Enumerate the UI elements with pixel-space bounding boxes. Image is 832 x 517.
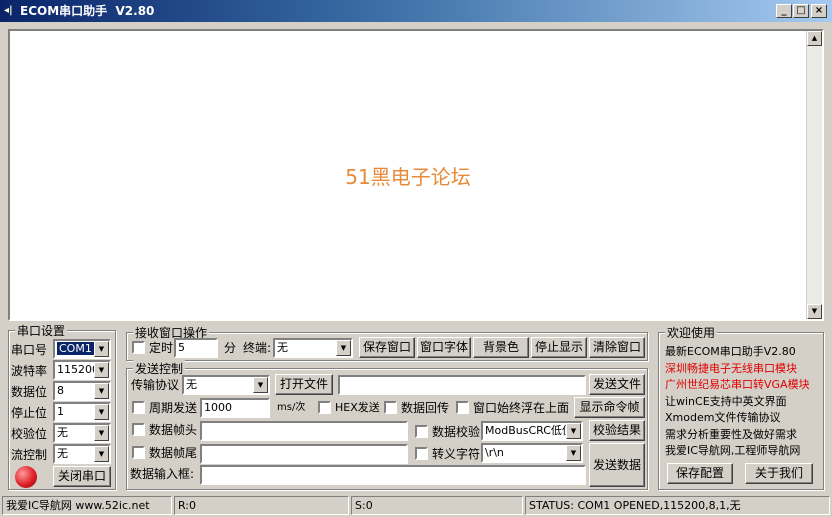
- echo-label: 数据回传: [401, 401, 450, 415]
- clear-window-button[interactable]: 清除窗口: [589, 337, 645, 358]
- show-command-frame-button[interactable]: 显示命令帧: [574, 397, 645, 418]
- scroll-up-arrow-icon[interactable]: ▲: [807, 31, 822, 46]
- about-us-button[interactable]: 关于我们: [745, 463, 813, 484]
- baud-label: 波特率: [11, 364, 48, 378]
- frame-header-checkbox[interactable]: [132, 423, 145, 436]
- welcome-link-item[interactable]: Xmodem文件传输协议: [665, 410, 821, 427]
- checksum-checkbox[interactable]: [415, 425, 428, 438]
- hex-send-checkbox[interactable]: [318, 401, 331, 414]
- parity-select[interactable]: 无 ▼: [53, 423, 111, 443]
- escape-char-select[interactable]: \r\n ▼: [481, 443, 583, 463]
- frame-tail-label: 数据帧尾: [149, 446, 198, 460]
- frame-tail-checkbox[interactable]: [132, 446, 145, 459]
- flow-control-label: 流控制: [11, 448, 48, 462]
- stop-display-button[interactable]: 停止显示: [531, 337, 587, 358]
- check-result-button[interactable]: 校验结果: [589, 420, 645, 441]
- baud-select[interactable]: 115200 ▼: [53, 360, 111, 380]
- title-bar[interactable]: ◂| ECOM串口助手 V2.80 _ □ ×: [0, 0, 832, 22]
- serial-settings-title: 串口设置: [15, 322, 68, 339]
- stop-bits-select[interactable]: 1 ▼: [53, 402, 111, 422]
- stop-bits-label: 停止位: [11, 406, 48, 420]
- serial-app-icon[interactable]: ◂|: [4, 4, 18, 18]
- timer-input[interactable]: 5: [174, 338, 218, 358]
- checksum-select[interactable]: ModBusCRC低位? ▼: [481, 421, 583, 441]
- chevron-down-icon: ▼: [94, 425, 109, 441]
- data-bits-label: 数据位: [11, 385, 48, 399]
- port-select[interactable]: COM1 ▼: [53, 339, 111, 359]
- file-path-input[interactable]: [338, 375, 586, 395]
- escape-char-label: 转义字符: [432, 447, 481, 461]
- protocol-select[interactable]: 无 ▼: [182, 375, 270, 395]
- frame-header-input[interactable]: [200, 421, 408, 441]
- checksum-label: 数据校验: [432, 425, 481, 439]
- terminal-label: 终端:: [243, 341, 272, 355]
- watermark: 51黑电子论坛: [345, 165, 471, 189]
- welcome-links: 最新ECOM串口助手V2.80 深圳畅捷电子无线串口模块 广州世纪易芯串口转VGA模…: [665, 344, 821, 460]
- frame-header-label: 数据帧头: [149, 423, 198, 437]
- background-color-button[interactable]: 背景色: [473, 337, 529, 358]
- status-rx-count: R:0: [174, 496, 349, 515]
- data-input-label: 数据输入框:: [130, 467, 195, 481]
- echo-checkbox[interactable]: [384, 401, 397, 414]
- chevron-down-icon: ▼: [94, 362, 109, 378]
- escape-char-checkbox[interactable]: [415, 447, 428, 460]
- vertical-scrollbar[interactable]: ▲ ▼: [806, 31, 822, 319]
- status-connection: STATUS: COM1 OPENED,115200,8,1,无: [525, 496, 830, 515]
- send-file-button[interactable]: 发送文件: [589, 374, 645, 395]
- minimize-button[interactable]: _: [776, 4, 792, 18]
- minute-unit-label: 分: [224, 341, 237, 355]
- timer-label: 定时: [149, 341, 174, 355]
- chevron-down-icon: ▼: [94, 446, 109, 462]
- status-site[interactable]: 我爱IC导航网 www.52ic.net: [2, 496, 172, 515]
- terminal-select[interactable]: 无 ▼: [273, 338, 353, 358]
- period-input[interactable]: 1000: [200, 398, 270, 418]
- data-input[interactable]: [200, 465, 586, 485]
- close-button[interactable]: ×: [811, 4, 827, 18]
- window-title: ECOM串口助手 V2.80: [20, 4, 155, 18]
- always-on-top-checkbox[interactable]: [456, 401, 469, 414]
- window-font-button[interactable]: 窗口字体: [417, 337, 471, 358]
- welcome-title: 欢迎使用: [665, 324, 718, 341]
- open-file-button[interactable]: 打开文件: [275, 374, 333, 395]
- status-tx-count: S:0: [351, 496, 523, 515]
- flow-control-select[interactable]: 无 ▼: [53, 444, 111, 464]
- welcome-link-item[interactable]: 深圳畅捷电子无线串口模块: [665, 361, 821, 378]
- maximize-button[interactable]: □: [793, 4, 809, 18]
- receive-window[interactable]: 51黑电子论坛 ▲ ▼: [8, 29, 824, 321]
- welcome-link-item[interactable]: 我爱IC导航网,工程师导航网: [665, 443, 821, 460]
- frame-tail-input[interactable]: [200, 444, 408, 464]
- port-status-led-icon: [15, 466, 37, 488]
- chevron-down-icon: ▼: [336, 340, 351, 356]
- welcome-link-item[interactable]: 需求分析重要性及做好需求: [665, 427, 821, 444]
- welcome-link-item[interactable]: 让winCE支持中英文界面: [665, 394, 821, 411]
- scroll-down-arrow-icon[interactable]: ▼: [807, 304, 822, 319]
- hex-send-label: HEX发送: [335, 401, 380, 414]
- chevron-down-icon: ▼: [94, 404, 109, 420]
- close-port-button[interactable]: 关闭串口: [53, 466, 111, 487]
- send-control-title: 发送控制: [133, 360, 186, 377]
- chevron-down-icon: ▼: [94, 341, 109, 357]
- timer-checkbox[interactable]: [132, 341, 145, 354]
- save-config-button[interactable]: 保存配置: [667, 463, 733, 484]
- parity-label: 校验位: [11, 427, 48, 441]
- period-send-label: 周期发送: [149, 401, 198, 415]
- period-send-checkbox[interactable]: [132, 401, 145, 414]
- send-data-button[interactable]: 发送数据: [589, 443, 645, 487]
- chevron-down-icon: ▼: [94, 383, 109, 399]
- chevron-down-icon: ▼: [253, 377, 268, 393]
- chevron-down-icon: ▼: [566, 445, 581, 461]
- port-label: 串口号: [11, 343, 48, 357]
- period-unit-label: ms/次: [277, 402, 306, 413]
- welcome-link-item[interactable]: 最新ECOM串口助手V2.80: [665, 344, 821, 361]
- welcome-link-item[interactable]: 广州世纪易芯串口转VGA模块: [665, 377, 821, 394]
- always-on-top-label: 窗口始终浮在上面: [473, 401, 570, 415]
- chevron-down-icon: ▼: [566, 423, 581, 439]
- save-window-button[interactable]: 保存窗口: [359, 337, 415, 358]
- data-bits-select[interactable]: 8 ▼: [53, 381, 111, 401]
- protocol-label: 传输协议: [131, 378, 180, 392]
